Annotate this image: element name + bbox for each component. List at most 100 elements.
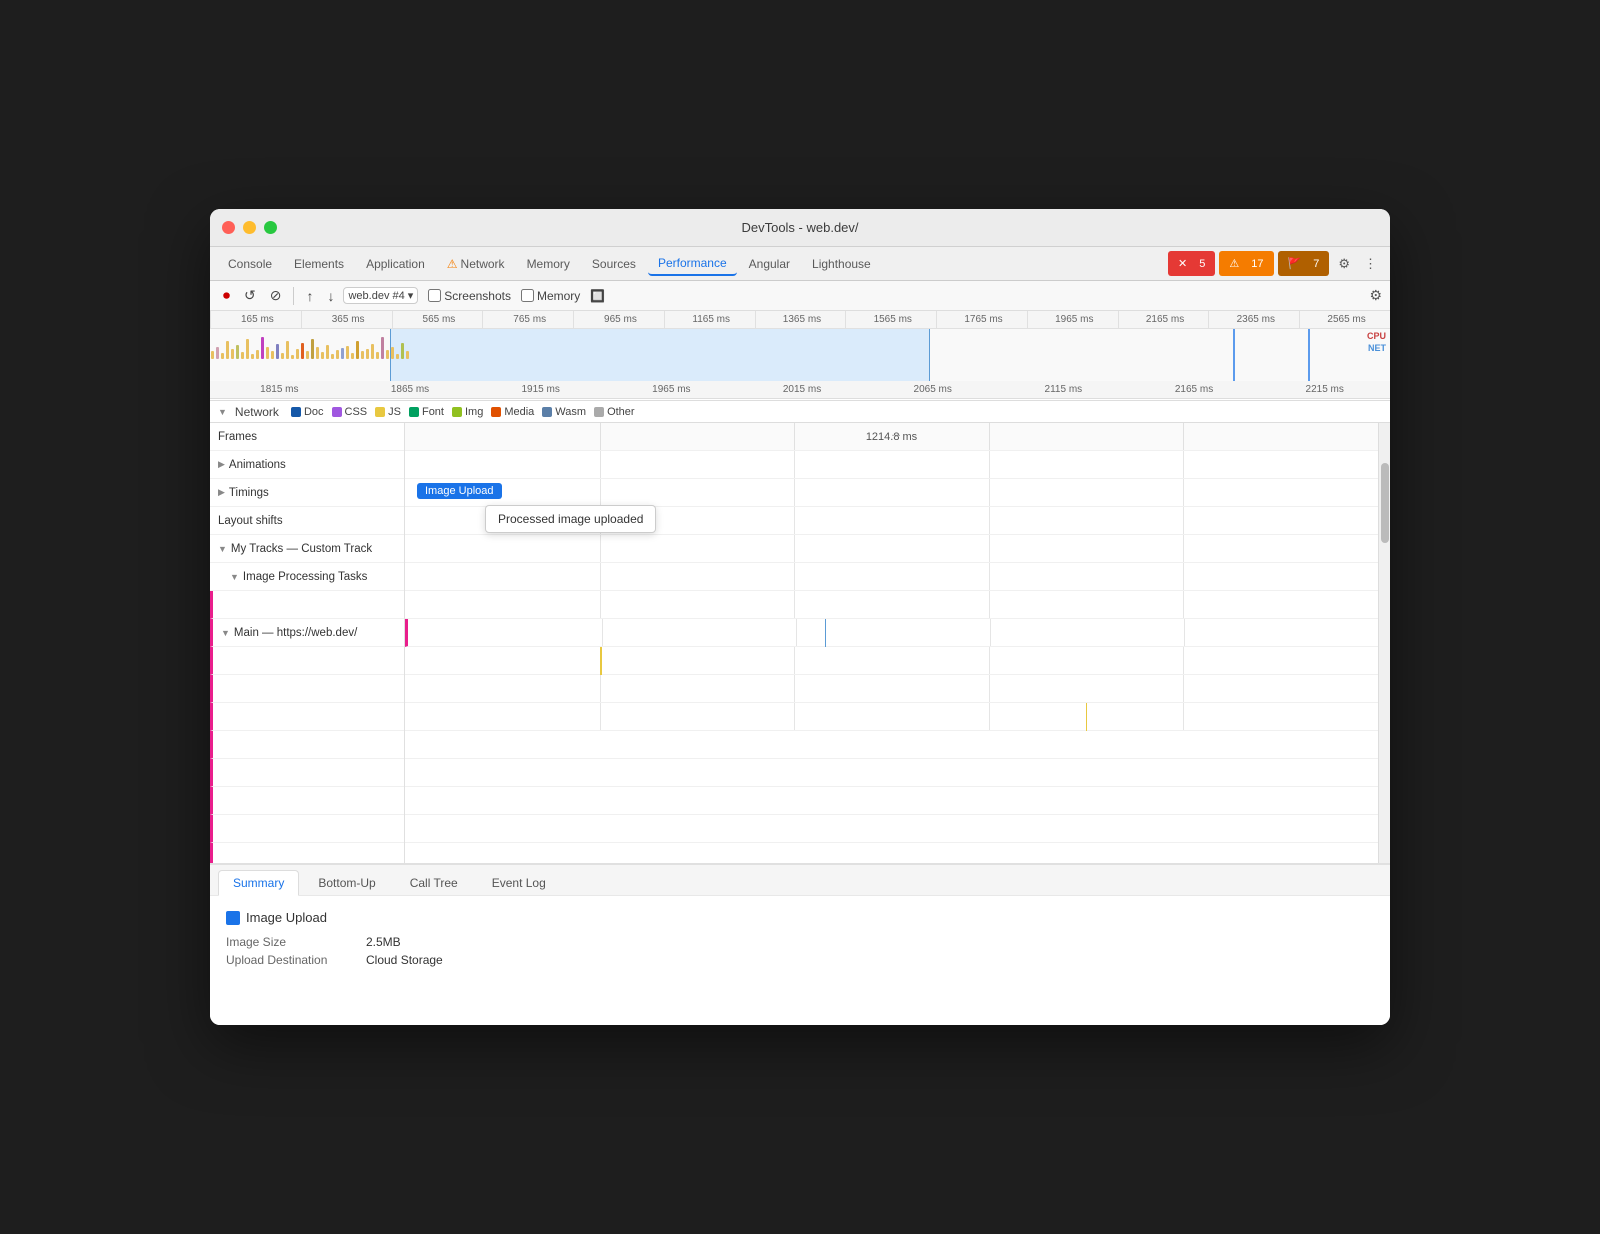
main-sub-row-6 — [210, 787, 404, 815]
legend-other: Other — [594, 406, 635, 418]
legend-media: Media — [491, 406, 534, 418]
timings-timeline-row: Image Upload Processed image uploaded — [405, 479, 1378, 507]
net-label: NET — [1368, 343, 1386, 353]
vline-timing-3 — [989, 479, 990, 506]
btab-summary[interactable]: Summary — [218, 870, 299, 896]
reload-button[interactable]: ↺ — [239, 284, 261, 307]
track-timings[interactable]: ▶ Timings — [210, 479, 404, 507]
bottom-panel: Image Upload Image Size 2.5MB Upload Des… — [210, 895, 1390, 1025]
tracks-timeline[interactable]: ... 1214.8 ms Image Upload Processed ima… — [405, 423, 1378, 863]
btab-call-tree[interactable]: Call Tree — [395, 870, 473, 895]
other-color — [594, 407, 604, 417]
vline-ls-2 — [794, 507, 795, 534]
main-header-row — [405, 619, 1378, 647]
memory-checkbox-label[interactable]: Memory — [521, 289, 580, 303]
tab-memory[interactable]: Memory — [517, 253, 580, 275]
timeline-ruler-bottom: 1815 ms 1865 ms 1915 ms 1965 ms 2015 ms … — [210, 381, 1390, 399]
timeline-graph[interactable]: CPU NET — [210, 329, 1390, 381]
ruler-label-8: 1765 ms — [936, 311, 1027, 328]
legend-css: CSS — [332, 406, 368, 418]
ruler2-2: 1915 ms — [475, 384, 606, 395]
settings-icon[interactable]: ⚙ — [1333, 253, 1355, 275]
main-sub-timeline-6 — [405, 787, 1378, 815]
tab-network[interactable]: ⚠Network — [437, 253, 515, 275]
main-arrow: ▼ — [221, 628, 230, 638]
selection-handle-left[interactable] — [1233, 329, 1235, 381]
js-label: JS — [388, 406, 401, 418]
img-label: Img — [465, 406, 483, 418]
upload-button[interactable]: ↑ — [301, 285, 318, 307]
ruler-label-9: 1965 ms — [1027, 311, 1118, 328]
traffic-lights — [222, 221, 277, 234]
js-color — [375, 407, 385, 417]
vline-anim-2 — [794, 451, 795, 478]
legend-wasm: Wasm — [542, 406, 586, 418]
animations-timeline-row — [405, 451, 1378, 479]
css-color — [332, 407, 342, 417]
warn-icon: ⚠ — [1224, 254, 1244, 273]
vline-anim-4 — [1183, 451, 1184, 478]
selection-handle-right[interactable] — [1308, 329, 1310, 381]
vline-1 — [600, 423, 601, 450]
yellow-bar-1 — [600, 647, 602, 675]
screenshots-checkbox-label[interactable]: Screenshots — [428, 289, 511, 303]
ruler-label-11: 2365 ms — [1208, 311, 1299, 328]
btab-bottom-up[interactable]: Bottom-Up — [303, 870, 390, 895]
tab-application[interactable]: Application — [356, 253, 435, 275]
ruler-label-7: 1565 ms — [845, 311, 936, 328]
main-sub-row-3 — [210, 703, 404, 731]
wasm-label: Wasm — [555, 406, 586, 418]
track-image-subtask — [210, 591, 404, 619]
track-my-tracks[interactable]: ▼ My Tracks — Custom Track — [210, 535, 404, 563]
animations-arrow: ▶ — [218, 459, 225, 470]
record-button[interactable]: ⏺ — [218, 284, 235, 307]
minimize-button[interactable] — [243, 221, 256, 234]
maximize-button[interactable] — [264, 221, 277, 234]
track-main[interactable]: ▼ Main — https://web.dev/ — [210, 619, 404, 647]
ruler2-7: 2165 ms — [1129, 384, 1260, 395]
media-label: Media — [504, 406, 534, 418]
tab-sources[interactable]: Sources — [582, 253, 646, 275]
network-warn-icon: ⚠ — [447, 257, 458, 271]
main-sub-timeline-8 — [405, 843, 1378, 863]
tab-elements[interactable]: Elements — [284, 253, 354, 275]
image-upload-badge[interactable]: Image Upload — [417, 483, 502, 499]
memory-checkbox[interactable] — [521, 289, 534, 302]
ruler-label-6: 1365 ms — [755, 311, 846, 328]
tab-console[interactable]: Console — [218, 253, 282, 275]
toolbar-checkboxes: Screenshots Memory 🔲 — [428, 289, 605, 303]
ruler-label-0: 165 ms — [210, 311, 301, 328]
toolbar-settings-icon[interactable]: ⚙ — [1369, 287, 1382, 304]
devtools-window: DevTools - web.dev/ Console Elements App… — [210, 209, 1390, 1025]
img-color — [452, 407, 462, 417]
scrollbar-thumb[interactable] — [1381, 463, 1389, 543]
screenshots-checkbox[interactable] — [428, 289, 441, 302]
timeline-overview: 165 ms 365 ms 565 ms 765 ms 965 ms 1165 … — [210, 311, 1390, 401]
tab-angular[interactable]: Angular — [739, 253, 800, 275]
tab-lighthouse[interactable]: Lighthouse — [802, 253, 881, 275]
ruler-label-10: 2165 ms — [1118, 311, 1209, 328]
capture-icon[interactable]: 🔲 — [590, 289, 605, 303]
main-sub-timeline-4 — [405, 731, 1378, 759]
main-sub-row-8 — [210, 843, 404, 863]
btab-event-log[interactable]: Event Log — [477, 870, 561, 895]
download-button[interactable]: ↓ — [322, 285, 339, 307]
tab-performance[interactable]: Performance — [648, 252, 737, 276]
close-button[interactable] — [222, 221, 235, 234]
clear-button[interactable]: ⊘ — [265, 284, 287, 307]
track-layout-shifts[interactable]: Layout shifts — [210, 507, 404, 535]
session-selector[interactable]: web.dev #4 ▾ — [343, 287, 418, 304]
main-sub-row-1 — [210, 647, 404, 675]
track-animations[interactable]: ▶ Animations — [210, 451, 404, 479]
network-collapse-arrow[interactable]: ▼ — [218, 407, 227, 417]
main-sub-timeline-1 — [405, 647, 1378, 675]
ruler-label-1: 365 ms — [301, 311, 392, 328]
track-frames[interactable]: Frames — [210, 423, 404, 451]
titlebar: DevTools - web.dev/ — [210, 209, 1390, 247]
frames-time-label: 1214.8 ms — [866, 431, 917, 443]
more-icon[interactable]: ⋮ — [1359, 253, 1382, 275]
vline-2 — [794, 423, 795, 450]
main-sub-row-2 — [210, 675, 404, 703]
ruler2-6: 2115 ms — [998, 384, 1129, 395]
track-image-processing[interactable]: ▼ Image Processing Tasks — [210, 563, 404, 591]
